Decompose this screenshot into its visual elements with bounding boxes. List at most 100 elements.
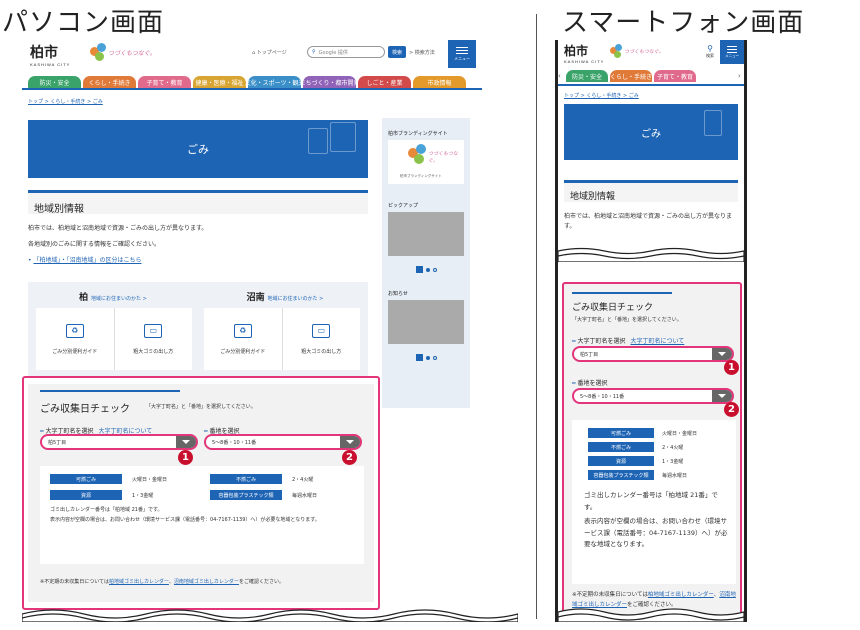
pc-shonan-link[interactable]: 沼南 地域にお住まいのかた > bbox=[214, 290, 356, 303]
pc-screen: 柏市 KASHIWA CITY つづくもつなぐ。 ⌂ トップページ ⚲ Googl… bbox=[22, 40, 518, 622]
sp-town-help-link[interactable]: 大字丁町名について bbox=[630, 338, 684, 345]
sp-hero-banner: ごみ bbox=[564, 104, 738, 160]
sp-search-button[interactable]: ⚲ 検索 bbox=[702, 44, 718, 59]
chevron-down-icon bbox=[718, 352, 726, 356]
pc-global-nav: 防災・安全 くらし・手続き 子育て・教育 健康・医療・福祉 文化・スポーツ・観光 まちづく… bbox=[28, 76, 468, 88]
pc-hero-banner: ごみ bbox=[28, 120, 368, 178]
pc-kashiwa-calendar-link[interactable]: 柏地域ゴミ出しカレンダー bbox=[109, 579, 169, 585]
sp-cut-wave-top bbox=[558, 247, 744, 262]
sp-type-nonburnable: 不燃ごみ bbox=[588, 442, 654, 452]
pc-contact-note: 表示内容が空欄の場合は、お問い合わせ（環境サービス課（電話番号：04-7167-… bbox=[50, 517, 320, 523]
pc-guide-shonan[interactable]: ♻ ごみ分別便利ガイド bbox=[204, 308, 283, 370]
sp-logo[interactable]: 柏市 KASHIWA CITY bbox=[564, 42, 604, 64]
pc-side-pickup-title: ピックアップ bbox=[388, 203, 419, 209]
pc-nav-tab[interactable]: 文化・スポーツ・観光 bbox=[245, 76, 304, 88]
pc-nav-tab[interactable]: 防災・安全 bbox=[28, 76, 81, 88]
sp-block-select[interactable]: 5～8番・10・11番 bbox=[572, 388, 734, 404]
sp-nav-tab[interactable]: 防災・安全 bbox=[566, 70, 608, 82]
pc-day-plastic: 毎週水曜日 bbox=[292, 493, 318, 499]
pc-logo[interactable]: 柏市 KASHIWA CITY bbox=[30, 42, 70, 67]
sp-collection-checker: ごみ収集日チェック 「大字丁町名」と「番地」を選択してください。 ━ 大字丁町名… bbox=[562, 282, 742, 622]
pc-nav-tab[interactable]: 健康・医療・福祉 bbox=[193, 76, 246, 88]
sp-day-nonburnable: 2・4火曜 bbox=[662, 445, 684, 451]
pc-nav-tab[interactable]: 市政情報 bbox=[413, 76, 466, 88]
home-icon: ⌂ bbox=[252, 50, 256, 56]
pc-region-panel: 柏 地域にお住まいのかた > 沼南 地域にお住まいのかた > ♻ ごみ分別便利ガ… bbox=[28, 282, 368, 378]
pc-breadcrumb[interactable]: トップ > くらし・手続き > ごみ bbox=[28, 98, 103, 105]
pc-side-pickup-banner[interactable] bbox=[388, 212, 464, 256]
pc-check-title: ごみ収集日チェック bbox=[40, 404, 130, 415]
chevron-left-icon[interactable]: ‹ bbox=[558, 72, 561, 80]
pc-sidebar: 柏市ブランディングサイト つづくもつなぐ。 柏市ブランディングサイト ピックアッ… bbox=[382, 118, 470, 408]
sp-section-title: 地域別情報 bbox=[564, 180, 738, 202]
pc-search-method-link[interactable]: > 検索方法 bbox=[409, 49, 435, 56]
sp-cut-wave-bottom bbox=[558, 608, 744, 622]
pc-calendar-note: ゴミ出しカレンダー番号は「柏地域 21番」です。 bbox=[50, 507, 163, 513]
sp-step-badge-2: 2 bbox=[724, 402, 739, 417]
sp-brand-logo: つづくもつなぐ。 bbox=[610, 44, 664, 62]
sp-menu-button[interactable]: メニュー bbox=[720, 40, 744, 64]
chevron-down-icon bbox=[718, 394, 726, 398]
sp-day-burnable: 火曜日・金曜日 bbox=[662, 431, 698, 437]
pc-block-select[interactable]: 5～8番・10・11番 bbox=[204, 434, 362, 450]
sp-contact-note: 表示内容が空欄の場合は、お問い合わせ（環境サービス課（電話番号：04-7167-… bbox=[584, 517, 728, 549]
pc-shonan-calendar-link[interactable]: 沼南地域ゴミ出しカレンダー bbox=[174, 579, 239, 585]
sp-type-burnable: 可燃ごみ bbox=[588, 428, 654, 438]
pc-nav-tab[interactable]: まちづくり・都市開発 bbox=[300, 76, 360, 88]
sp-kashiwa-calendar-link[interactable]: 柏地域ゴミ出しカレンダー bbox=[648, 592, 714, 598]
chevron-down-icon bbox=[182, 440, 190, 444]
pc-section-title: 地域別情報 bbox=[28, 190, 368, 215]
sp-page-title: ごみ bbox=[641, 128, 661, 140]
pc-pickup-pager[interactable] bbox=[388, 266, 464, 273]
pc-type-resources: 資源 bbox=[50, 490, 122, 500]
pc-side-branding-banner[interactable]: つづくもつなぐ。 柏市ブランディングサイト bbox=[388, 140, 464, 184]
sp-check-title: ごみ収集日チェック bbox=[572, 303, 654, 313]
pause-icon[interactable] bbox=[415, 266, 423, 273]
pc-bulky-kashiwa[interactable]: ▭ 粗大ゴミの出し方 bbox=[115, 308, 193, 370]
pc-side-news-banner[interactable] bbox=[388, 300, 464, 344]
sp-day-resources: 1・3金曜 bbox=[662, 459, 684, 465]
pc-step-badge-1: 1 bbox=[178, 450, 193, 465]
sp-calendar-note: ゴミ出しカレンダー番号は「柏地域 21番」です。 bbox=[584, 491, 718, 511]
pc-kashiwa-link[interactable]: 柏 地域にお住まいのかた > bbox=[42, 290, 184, 303]
sp-breadcrumb[interactable]: トップ > くらし・手続き > ごみ bbox=[564, 92, 639, 99]
pc-type-burnable: 可燃ごみ bbox=[50, 474, 122, 484]
pc-result-panel: 可燃ごみ 火曜日・金曜日 不燃ごみ 2・4火曜 資源 1・3金曜 容器包装プラス… bbox=[40, 466, 364, 564]
pc-nav-tab[interactable]: くらし・手続き bbox=[83, 76, 136, 88]
pc-search-button[interactable]: 検索 bbox=[388, 46, 406, 58]
pc-side-news-title: お知らせ bbox=[388, 291, 408, 297]
pc-intro-1: 柏市では、柏地域と沼南地域で資源・ごみの出し方が異なります。 bbox=[28, 225, 208, 232]
pc-bulky-shonan[interactable]: ▭ 粗大ゴミの出し方 bbox=[283, 308, 361, 370]
pc-nav-tab[interactable]: 子育て・教育 bbox=[138, 76, 191, 88]
sp-day-plastic: 毎週水曜日 bbox=[662, 473, 688, 479]
pc-step-badge-2: 2 bbox=[342, 450, 357, 465]
pc-cut-wave-2 bbox=[22, 613, 518, 622]
sofa-icon: ▭ bbox=[312, 323, 331, 338]
pc-town-select[interactable]: 柏5丁目 bbox=[40, 434, 198, 450]
sp-nav-tab[interactable]: くらし・手続き bbox=[610, 70, 652, 82]
pc-day-resources: 1・3金曜 bbox=[132, 493, 154, 499]
pc-news-pager[interactable] bbox=[388, 354, 464, 361]
pc-check-instruction: 「大字丁町名」と「番地」を選択してください。 bbox=[146, 404, 256, 410]
screen-divider bbox=[536, 14, 537, 619]
sp-step-badge-1: 1 bbox=[724, 360, 739, 375]
sp-intro: 柏市では、柏地域と沼南地域で資源・ごみの出し方が異なります。 bbox=[564, 213, 733, 231]
pc-nav-tab[interactable]: しごと・産業 bbox=[358, 76, 411, 88]
pc-day-nonburnable: 2・4火曜 bbox=[292, 477, 314, 483]
pc-search-input[interactable]: ⚲ Google 提供 bbox=[307, 46, 385, 58]
pc-menu-button[interactable]: メニュー bbox=[448, 40, 476, 68]
pc-bottom-note: ※不定期の未収集日については柏地域ゴミ出しカレンダー、沼南地域ゴミ出しカレンダー… bbox=[40, 579, 284, 585]
pc-side-branding-title: 柏市ブランディングサイト bbox=[388, 131, 448, 137]
pc-area-link[interactable]: • 「柏地域」・「沼南地域」の区分はこちら bbox=[28, 256, 368, 266]
sp-nav-tab[interactable]: 子育て・教育 bbox=[654, 70, 696, 82]
sp-type-plastic: 容器包装プラスチック類 bbox=[588, 470, 654, 480]
sp-town-select[interactable]: 柏5丁目 bbox=[572, 346, 734, 362]
search-icon: ⚲ bbox=[312, 49, 316, 55]
sp-heading: スマートフォン画面 bbox=[562, 8, 805, 38]
sp-result-panel: 可燃ごみ 火曜日・金曜日 不燃ごみ 2・4火曜 資源 1・3金曜 容器包装プラス… bbox=[572, 420, 736, 584]
pc-top-link[interactable]: ⌂ トップページ bbox=[252, 49, 287, 56]
pause-icon[interactable] bbox=[415, 354, 423, 361]
pc-guide-kashiwa[interactable]: ♻ ごみ分別便利ガイド bbox=[36, 308, 115, 370]
chevron-right-icon[interactable]: › bbox=[738, 72, 741, 80]
pc-type-plastic: 容器包装プラスチック類 bbox=[210, 490, 282, 500]
